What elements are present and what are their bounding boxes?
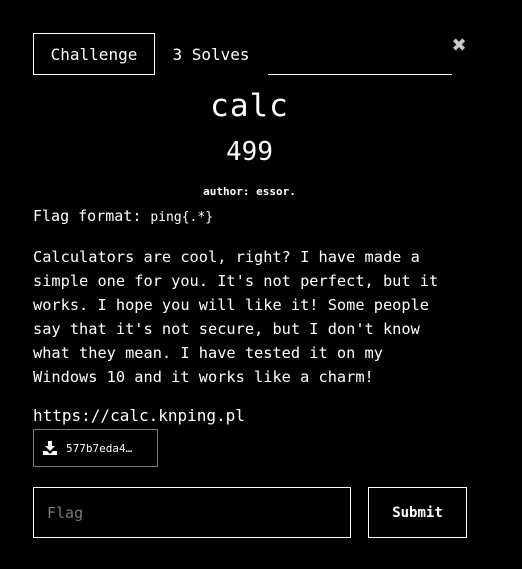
challenge-author: author: essor. [203, 185, 296, 198]
challenge-points: 499 [226, 137, 273, 167]
description-line: works. I hope you will like it! Some peo… [33, 296, 430, 314]
flag-format-label: Flag format: [33, 207, 142, 225]
tab-challenge[interactable]: Challenge [33, 33, 155, 75]
description-line: say that it's not secure, but I don't kn… [33, 320, 420, 338]
challenge-description: Calculators are cool, right? I have made… [33, 245, 483, 389]
file-download-button[interactable]: 577b7eda4… [33, 429, 158, 467]
flag-format: Flag format: ping{.*} [33, 205, 213, 229]
download-icon [43, 441, 57, 455]
tab-solves[interactable]: 3 Solves [155, 33, 267, 75]
submit-button[interactable]: Submit [368, 487, 467, 538]
close-icon[interactable]: ✖ [449, 34, 469, 56]
description-line: what they mean. I have tested it on my [33, 344, 383, 362]
description-line: Windows 10 and it works like a charm! [33, 368, 374, 386]
challenge-title: calc [210, 88, 289, 124]
challenge-link[interactable]: https://calc.knping.pl [33, 405, 245, 427]
tab-underline [268, 74, 452, 75]
description-line: simple one for you. It's not perfect, bu… [33, 272, 439, 290]
file-name: 577b7eda4… [66, 441, 133, 455]
flag-input[interactable] [33, 487, 351, 538]
flag-format-value: ping{.*} [150, 210, 214, 225]
description-line: Calculators are cool, right? I have made… [33, 248, 420, 266]
